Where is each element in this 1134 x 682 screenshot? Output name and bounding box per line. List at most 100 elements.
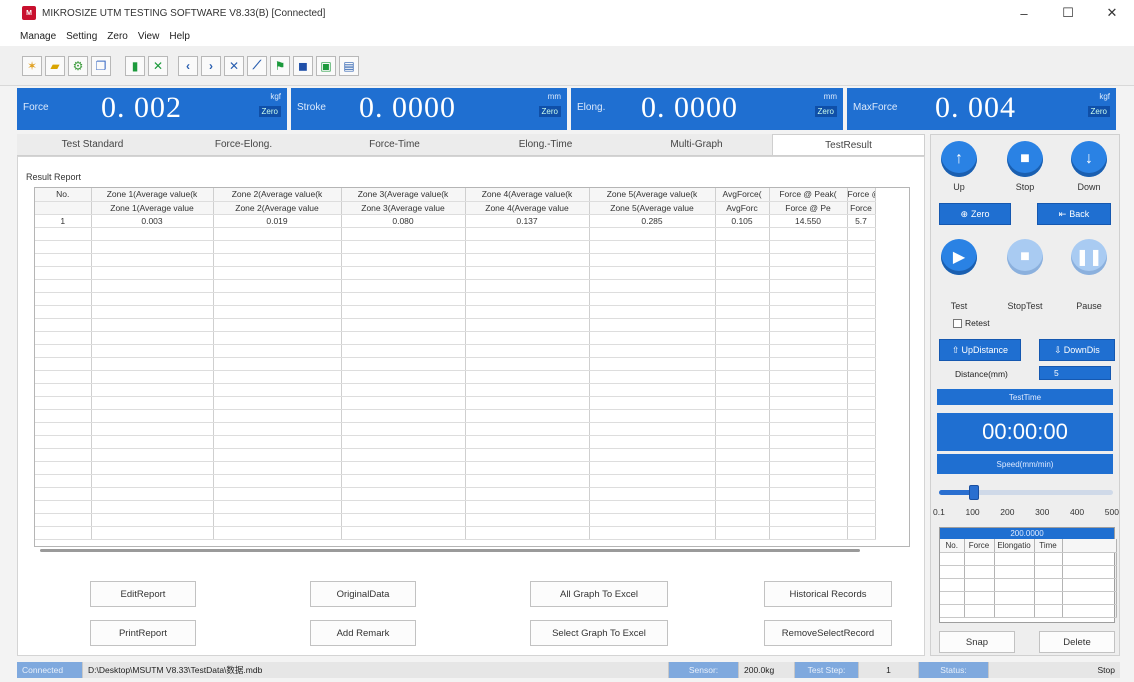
test-label: Test (950, 301, 968, 311)
up-distance-button[interactable]: ⇧ UpDistance (939, 339, 1021, 361)
force-zero-button[interactable]: Zero (258, 106, 281, 117)
force-unit: kgf (270, 92, 281, 101)
tab-test-result[interactable]: TestResult (772, 134, 925, 155)
col-no[interactable]: No. (35, 188, 92, 202)
exit-icon[interactable]: ✶ (22, 55, 42, 76)
menu-manage[interactable]: Manage (20, 31, 56, 42)
pause-button[interactable]: ❚❚ (1071, 239, 1107, 275)
stop-button[interactable]: ■ (1007, 141, 1043, 177)
down-dis-button[interactable]: ⇩ DownDis (1039, 339, 1115, 361)
print-icon[interactable]: ▤ (339, 55, 359, 76)
table-row-empty (35, 318, 876, 332)
speed-slider[interactable] (939, 485, 1113, 500)
snap-button[interactable]: Snap (939, 631, 1015, 653)
tick-label: 100 (965, 507, 980, 517)
retest-checkbox[interactable]: Retest (953, 318, 990, 328)
menu-setting[interactable]: Setting (66, 31, 97, 42)
delete-button[interactable]: Delete (1039, 631, 1115, 653)
title-bar: M MIKROSIZE UTM TESTING SOFTWARE V8.33(B… (0, 0, 1134, 26)
maximize-button[interactable]: ☐ (1046, 0, 1090, 26)
cancel-icon[interactable]: ✕ (148, 55, 168, 76)
snap-table[interactable]: 200.0000 No. Force Elongatio Time (939, 527, 1117, 623)
snap-col-force[interactable]: Force (964, 539, 995, 553)
tab-force-elong[interactable]: Force-Elong. (168, 134, 319, 155)
force-readout: Force 0. 002 kgf Zero (17, 88, 287, 130)
tab-force-time[interactable]: Force-Time (319, 134, 470, 155)
col-force-peak[interactable]: Force @ Peak( (769, 188, 848, 202)
original-data-button[interactable]: OriginalData (310, 581, 416, 607)
table-row[interactable]: 1 0.003 0.019 0.080 0.137 0.285 0.105 14… (35, 214, 876, 228)
menu-bar: Manage Setting Zero View Help (0, 26, 1134, 46)
col-zone1[interactable]: Zone 1(Average value(k (91, 188, 214, 202)
table-row-empty (35, 253, 876, 267)
export-icon[interactable]: ▣ (316, 55, 336, 76)
tick-label: 200 (1000, 507, 1015, 517)
minimize-button[interactable]: – (1002, 0, 1046, 26)
zero-button[interactable]: ⊕ Zero (939, 203, 1011, 225)
col-zone4[interactable]: Zone 4(Average value(k (465, 188, 590, 202)
next-icon[interactable]: › (201, 55, 221, 76)
stop-test-label: StopTest (1007, 301, 1043, 311)
distance-input[interactable]: 5 (1039, 366, 1111, 380)
col-zone5[interactable]: Zone 5(Average value(k (589, 188, 716, 202)
elong-zero-button[interactable]: Zero (814, 106, 837, 117)
all-graph-to-excel-button[interactable]: All Graph To Excel (530, 581, 668, 607)
horizontal-scrollbar[interactable] (40, 549, 860, 552)
col-avgforce[interactable]: AvgForce( (715, 188, 770, 202)
up-button[interactable]: ↑ (941, 141, 977, 177)
copy-icon[interactable]: ❐ (91, 55, 111, 76)
maxforce-zero-button[interactable]: Zero (1087, 106, 1110, 117)
speed-slider-thumb[interactable] (968, 485, 979, 500)
select-graph-to-excel-button[interactable]: Select Graph To Excel (530, 620, 668, 646)
elong-unit: mm (823, 92, 837, 101)
speed-label: Speed(mm/min) (937, 454, 1113, 474)
back-button[interactable]: ⇤ Back (1037, 203, 1111, 225)
settings-icon[interactable]: ⚙ (68, 55, 88, 76)
tab-test-standard[interactable]: Test Standard (17, 134, 168, 155)
test-button[interactable]: ▶ (941, 239, 977, 275)
menu-view[interactable]: View (138, 31, 160, 42)
open-icon[interactable]: ▰ (45, 55, 65, 76)
app-logo-icon: M (22, 6, 36, 20)
add-remark-button[interactable]: Add Remark (310, 620, 416, 646)
prev-icon[interactable]: ‹ (178, 55, 198, 76)
speed-readout: 200.0000 (940, 528, 1114, 539)
col-zone2[interactable]: Zone 2(Average value(k (213, 188, 342, 202)
down-button[interactable]: ↓ (1071, 141, 1107, 177)
save-icon[interactable]: ◼ (293, 55, 313, 76)
close-button[interactable]: ✕ (1090, 0, 1134, 26)
sensor-value: 200.0kg (739, 662, 795, 678)
col-force-at[interactable]: Force @ (847, 188, 876, 202)
tab-elong-time[interactable]: Elong.-Time (470, 134, 621, 155)
edit-report-button[interactable]: EditReport (90, 581, 196, 607)
checkbox-box[interactable] (953, 318, 962, 328)
cell-zone3: 0.080 (341, 214, 466, 228)
tab-multi-graph[interactable]: Multi-Graph (621, 134, 772, 155)
menu-help[interactable]: Help (169, 31, 190, 42)
historical-records-button[interactable]: Historical Records (764, 581, 892, 607)
snap-col-time[interactable]: Time (1034, 539, 1063, 553)
curve-icon[interactable]: ⟋ (247, 55, 267, 76)
remove-select-record-button[interactable]: RemoveSelectRecord (764, 620, 892, 646)
stop-test-button[interactable]: ■ (1007, 239, 1043, 275)
print-report-button[interactable]: PrintReport (90, 620, 196, 646)
result-table[interactable]: No. Zone 1(Average value(k Zone 2(Averag… (34, 187, 910, 547)
stroke-value: 0. 0000 (359, 91, 456, 124)
pause-icon: ❚❚ (1075, 249, 1103, 266)
sub-col-no (35, 201, 92, 215)
snap-col-elongation[interactable]: Elongatio (994, 539, 1035, 553)
col-zone3[interactable]: Zone 3(Average value(k (341, 188, 466, 202)
snap-col-no[interactable]: No. (940, 539, 965, 553)
sub-col-zone1: Zone 1(Average value (91, 201, 214, 215)
sub-col-avgforce: AvgForc (715, 201, 770, 215)
stroke-zero-button[interactable]: Zero (538, 106, 561, 117)
pause-label: Pause (1076, 301, 1102, 311)
close-x-icon[interactable]: ✕ (224, 55, 244, 76)
cell-no: 1 (35, 214, 92, 228)
flag-icon[interactable]: ⚑ (270, 55, 290, 76)
sub-col-force-peak: Force @ Pe (769, 201, 848, 215)
elong-value: 0. 0000 (641, 91, 738, 124)
window-title: MIKROSIZE UTM TESTING SOFTWARE V8.33(B) … (42, 7, 326, 19)
lock-icon[interactable]: ▮ (125, 55, 145, 76)
menu-zero[interactable]: Zero (107, 31, 128, 42)
